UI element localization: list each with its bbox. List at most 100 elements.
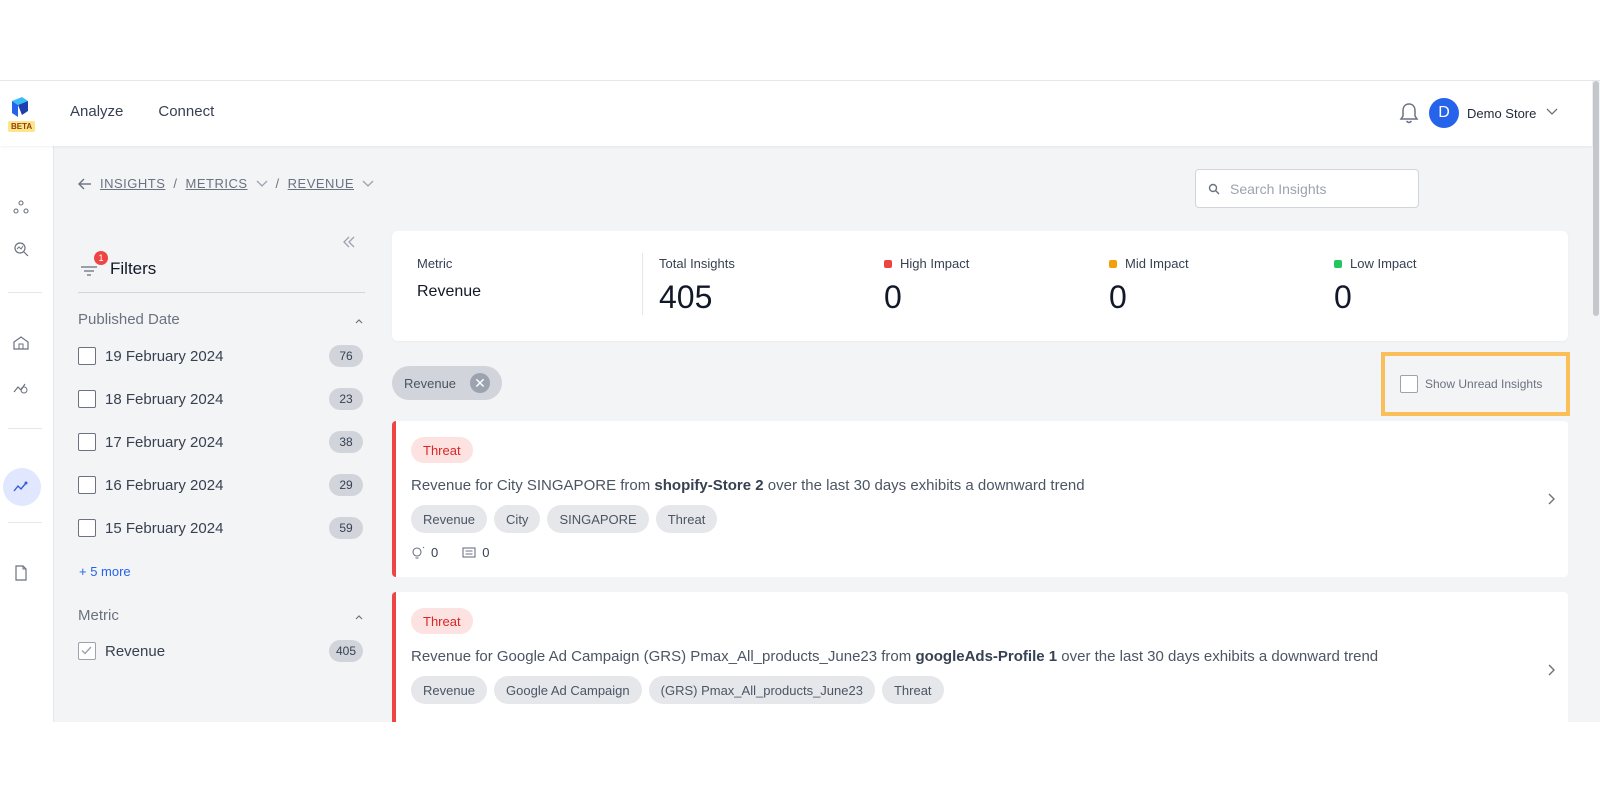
filter-option-label: 16 February 2024 bbox=[105, 476, 224, 494]
summary-high-value: 0 bbox=[884, 279, 902, 315]
ideas-count-value: 0 bbox=[431, 545, 439, 560]
mid-impact-dot bbox=[1109, 259, 1117, 268]
checkbox[interactable] bbox=[78, 433, 96, 451]
nodes-icon[interactable] bbox=[12, 198, 30, 216]
unread-checkbox[interactable] bbox=[1400, 375, 1418, 393]
insight-title-text: over the last 30 days exhibits a downwar… bbox=[763, 477, 1085, 494]
high-impact-dot bbox=[884, 259, 892, 268]
summary-total-label: Total Insights bbox=[659, 256, 735, 271]
insight-title[interactable]: Revenue for City SINGAPORE from shopify-… bbox=[411, 477, 1085, 494]
search-input[interactable] bbox=[1230, 180, 1410, 197]
active-filter-chip: Revenue ✕ bbox=[392, 366, 503, 400]
main-nav: Analyze Connect bbox=[70, 103, 214, 120]
active-filter-label: Revenue bbox=[404, 375, 457, 391]
lightbulb-icon bbox=[412, 546, 425, 559]
filter-option[interactable]: 19 February 2024 76 bbox=[78, 344, 365, 368]
tag: Google Ad Campaign bbox=[494, 676, 642, 704]
filter-option-count: 405 bbox=[329, 640, 363, 662]
store-name[interactable]: Demo Store bbox=[1467, 106, 1536, 121]
threat-tag: Threat bbox=[411, 437, 473, 463]
store-icon[interactable] bbox=[12, 334, 30, 352]
filter-option-count: 59 bbox=[329, 517, 363, 539]
search-box[interactable] bbox=[1195, 169, 1419, 208]
breadcrumb-metrics[interactable]: METRICS bbox=[186, 176, 248, 191]
breadcrumb-revenue[interactable]: REVENUE bbox=[288, 176, 354, 191]
published-date-heading[interactable]: Published Date bbox=[78, 311, 180, 328]
insight-card[interactable]: Threat Revenue for Google Ad Campaign (G… bbox=[392, 592, 1568, 722]
summary-high: High Impact 0 bbox=[884, 256, 969, 316]
filter-option-label: 15 February 2024 bbox=[105, 519, 224, 537]
tag: Revenue bbox=[411, 676, 488, 704]
tag: Threat bbox=[655, 505, 718, 533]
breadcrumb-separator: / bbox=[173, 176, 178, 191]
insights-icon[interactable] bbox=[12, 478, 30, 496]
sidebar-divider bbox=[8, 428, 42, 429]
scrollbar-thumb[interactable] bbox=[1593, 81, 1599, 316]
summary-mid-label: Mid Impact bbox=[1125, 256, 1189, 271]
insight-title[interactable]: Revenue for Google Ad Campaign (GRS) Pma… bbox=[411, 648, 1378, 665]
trend-search-icon[interactable] bbox=[12, 378, 30, 396]
checkbox[interactable] bbox=[78, 347, 96, 365]
bell-icon[interactable] bbox=[1398, 101, 1420, 125]
summary-total-value: 405 bbox=[659, 279, 713, 315]
comments-count[interactable]: 0 bbox=[462, 545, 489, 560]
app-window: BETA Analyze Connect D Demo Store INSIGH… bbox=[0, 80, 1600, 722]
chevron-right-icon[interactable] bbox=[1546, 492, 1556, 506]
insight-source: googleAds-Profile 1 bbox=[915, 648, 1058, 665]
chevron-down-icon[interactable] bbox=[256, 179, 268, 189]
show-unread-toggle[interactable]: Show Unread Insights bbox=[1381, 352, 1570, 416]
chevron-up-icon[interactable] bbox=[354, 612, 364, 622]
sidebar-divider bbox=[8, 522, 42, 523]
checkbox[interactable] bbox=[78, 519, 96, 537]
filter-option[interactable]: 15 February 2024 59 bbox=[78, 516, 365, 540]
avatar[interactable]: D bbox=[1429, 98, 1459, 128]
logo[interactable]: BETA bbox=[8, 95, 38, 133]
checkbox[interactable] bbox=[78, 476, 96, 494]
insight-card[interactable]: Threat Revenue for City SINGAPORE from s… bbox=[392, 421, 1568, 577]
filter-option-label: 18 February 2024 bbox=[105, 390, 224, 408]
summary-high-label: High Impact bbox=[900, 256, 970, 271]
collapse-icon[interactable] bbox=[342, 236, 356, 248]
back-arrow-icon[interactable] bbox=[78, 178, 92, 190]
filter-option-count: 76 bbox=[329, 345, 363, 367]
insight-title-text: Revenue for Google Ad Campaign (GRS) Pma… bbox=[411, 648, 916, 665]
metric-heading[interactable]: Metric bbox=[78, 607, 119, 624]
scrollbar[interactable] bbox=[1592, 81, 1600, 722]
breadcrumb-insights[interactable]: INSIGHTS bbox=[100, 176, 165, 191]
logo-icon bbox=[12, 97, 28, 117]
chevron-down-icon[interactable] bbox=[362, 179, 374, 189]
comment-icon bbox=[462, 546, 476, 558]
insight-tags: Revenue Google Ad Campaign (GRS) Pmax_Al… bbox=[411, 676, 944, 704]
filters-divider bbox=[78, 292, 365, 293]
remove-filter-icon[interactable]: ✕ bbox=[470, 373, 491, 393]
insight-meta: 0 0 bbox=[411, 545, 513, 560]
nav-connect[interactable]: Connect bbox=[158, 103, 214, 120]
summary-low-label: Low Impact bbox=[1350, 256, 1417, 271]
filter-option[interactable]: 17 February 2024 38 bbox=[78, 430, 365, 454]
insight-source: shopify-Store 2 bbox=[654, 477, 764, 494]
insight-title-text: Revenue for City SINGAPORE from bbox=[411, 477, 655, 494]
document-icon[interactable] bbox=[12, 564, 30, 582]
ideas-count[interactable]: 0 bbox=[411, 545, 438, 560]
show-more-link[interactable]: + 5 more bbox=[79, 564, 131, 579]
filter-option[interactable]: Revenue 405 bbox=[78, 639, 365, 663]
summary-total: Total Insights 405 bbox=[659, 256, 735, 316]
beta-badge: BETA bbox=[8, 121, 36, 132]
nav-analyze[interactable]: Analyze bbox=[70, 103, 123, 120]
summary-low-value: 0 bbox=[1334, 279, 1352, 315]
chevron-right-icon[interactable] bbox=[1546, 663, 1556, 677]
checkbox-checked[interactable] bbox=[78, 642, 96, 660]
filter-icon: 1 bbox=[80, 251, 108, 277]
icon-sidebar bbox=[0, 146, 54, 722]
tag: Revenue bbox=[411, 505, 488, 533]
filter-option[interactable]: 16 February 2024 29 bbox=[78, 473, 365, 497]
chevron-up-icon[interactable] bbox=[354, 316, 364, 326]
breadcrumb: INSIGHTS / METRICS / REVENUE bbox=[78, 176, 374, 191]
chevron-down-icon[interactable] bbox=[1546, 107, 1558, 117]
top-bar: BETA Analyze Connect D Demo Store bbox=[0, 81, 1592, 146]
search-insight-icon[interactable] bbox=[12, 240, 30, 258]
summary-metric-value: Revenue bbox=[417, 283, 482, 300]
checkbox[interactable] bbox=[78, 390, 96, 408]
filter-option-label: 19 February 2024 bbox=[105, 347, 224, 365]
filter-option[interactable]: 18 February 2024 23 bbox=[78, 387, 365, 411]
